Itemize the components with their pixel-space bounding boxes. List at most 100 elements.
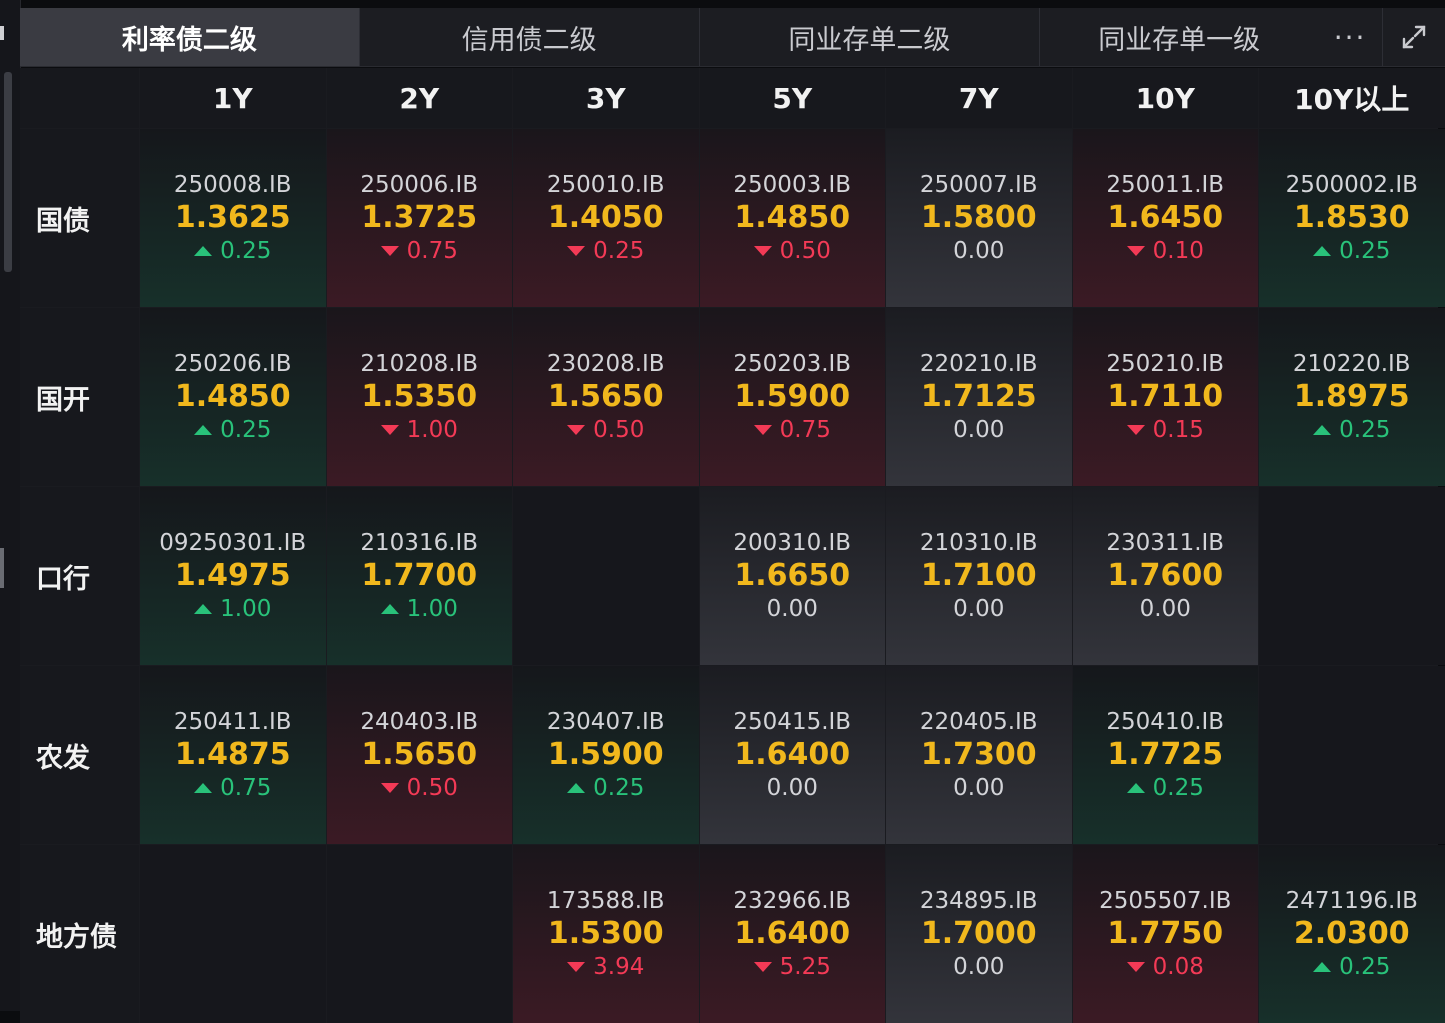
quote-cell[interactable]: 250003.IB 1.4850 0.50 — [699, 129, 885, 307]
column-header[interactable]: 1Y — [140, 68, 326, 128]
quote-cell[interactable]: 232966.IB 1.6400 5.25 — [699, 845, 885, 1023]
arrow-down-icon — [380, 425, 399, 435]
yield-value: 1.3625 — [174, 200, 291, 235]
quote-cell[interactable]: 2500002.IB 1.8530 0.25 — [1259, 129, 1445, 307]
quote-cell[interactable]: 250008.IB 1.3625 0.25 — [140, 129, 326, 307]
row-label: 国开 — [20, 308, 139, 486]
yield-value: 1.7125 — [920, 379, 1037, 414]
column-header[interactable]: 2Y — [326, 68, 512, 128]
quote-cell[interactable]: 250210.IB 1.7110 0.15 — [1072, 308, 1258, 486]
quote-cell[interactable]: 250206.IB 1.4850 0.25 — [140, 308, 326, 486]
yield-value: 1.8530 — [1293, 200, 1410, 235]
quote-cell[interactable]: 230208.IB 1.5650 0.50 — [513, 308, 699, 486]
arrow-down-icon — [753, 425, 772, 435]
quote-cell[interactable]: 210220.IB 1.8975 0.25 — [1259, 308, 1445, 486]
bond-code: 200310.IB — [733, 530, 852, 556]
column-header[interactable]: 10Y以上 — [1259, 68, 1445, 128]
change-number: 0.00 — [953, 775, 1005, 801]
quote-cell[interactable]: 250007.IB 1.5800 0.00 — [886, 129, 1072, 307]
arrow-down-icon — [753, 246, 772, 256]
row-label: 口行 — [20, 487, 139, 665]
change-value: 0.00 — [1140, 593, 1191, 625]
bond-code: 230208.IB — [546, 351, 665, 377]
quote-cell[interactable]: 173588.IB 1.5300 3.94 — [513, 845, 699, 1023]
change-number: 0.75 — [220, 775, 272, 801]
bond-code: 250203.IB — [733, 351, 852, 377]
bond-code: 220405.IB — [919, 709, 1038, 735]
change-value: 0.00 — [767, 772, 818, 804]
quote-cell[interactable]: 210310.IB 1.7100 0.00 — [886, 487, 1072, 665]
quote-cell[interactable]: 250006.IB 1.3725 0.75 — [326, 129, 512, 307]
quote-cell[interactable]: 200310.IB 1.6650 0.00 — [699, 487, 885, 665]
bond-code: 210220.IB — [1292, 351, 1411, 377]
yield-value: 1.7000 — [920, 916, 1037, 951]
quote-cell[interactable]: 250203.IB 1.5900 0.75 — [699, 308, 885, 486]
quote-cell[interactable]: 234895.IB 1.7000 0.00 — [886, 845, 1072, 1023]
bond-code: 250411.IB — [173, 709, 292, 735]
change-value: 0.25 — [1313, 951, 1390, 983]
quote-matrix: 1Y 2Y 3Y 5Y 7Y 10Y 10Y以上 国债 250008.IB 1.3625 0.25 2… — [20, 68, 1445, 1023]
yield-value: 1.7110 — [1107, 379, 1224, 414]
quote-cell[interactable]: 240403.IB 1.5650 0.50 — [326, 666, 512, 844]
change-value: 0.50 — [753, 235, 831, 267]
arrow-down-icon — [380, 783, 399, 793]
quote-cell[interactable]: 220405.IB 1.7300 0.00 — [886, 666, 1072, 844]
arrow-down-icon — [753, 962, 772, 972]
arrow-up-icon — [1313, 962, 1332, 972]
quote-cell[interactable]: 250011.IB 1.6450 0.10 — [1072, 129, 1258, 307]
quote-cell[interactable]: 230407.IB 1.5900 0.25 — [513, 666, 699, 844]
tab-ncd-primary[interactable]: 同业存单一级 — [1040, 8, 1318, 66]
change-number: 0.10 — [1152, 238, 1204, 264]
tab-rate-bond-secondary[interactable]: 利率债二级 — [20, 8, 360, 66]
change-number: 0.25 — [1152, 775, 1204, 801]
change-number: 0.50 — [593, 417, 645, 443]
expand-icon[interactable] — [1382, 8, 1445, 66]
quote-cell[interactable]: 210316.IB 1.7700 1.00 — [326, 487, 512, 665]
quote-cell[interactable]: 230311.IB 1.7600 0.00 — [1072, 487, 1258, 665]
bond-code: 250010.IB — [546, 172, 665, 198]
change-value: 0.00 — [953, 414, 1004, 446]
column-header[interactable]: 10Y — [1072, 68, 1258, 128]
arrow-up-icon — [1313, 425, 1332, 435]
quote-cell[interactable]: 250010.IB 1.4050 0.25 — [513, 129, 699, 307]
bond-code: 220210.IB — [919, 351, 1038, 377]
change-value: 0.25 — [567, 235, 644, 267]
quote-cell[interactable]: 250411.IB 1.4875 0.75 — [140, 666, 326, 844]
arrow-up-icon — [1313, 246, 1332, 256]
column-header[interactable]: 3Y — [513, 68, 699, 128]
yield-value: 1.4850 — [734, 200, 851, 235]
bond-code: 210316.IB — [360, 530, 479, 556]
quote-cell-empty — [1259, 487, 1445, 665]
arrow-down-icon — [1126, 962, 1145, 972]
column-header[interactable]: 7Y — [886, 68, 1072, 128]
column-header[interactable]: 5Y — [699, 68, 885, 128]
change-value: 3.94 — [567, 951, 644, 983]
bond-code: 210310.IB — [919, 530, 1038, 556]
quote-cell[interactable]: 2471196.IB 2.0300 0.25 — [1259, 845, 1445, 1023]
yield-value: 1.5900 — [547, 737, 664, 772]
bond-code: 250410.IB — [1106, 709, 1225, 735]
more-dots-icon[interactable]: ··· — [1318, 8, 1382, 66]
row-label: 地方债 — [20, 845, 139, 1023]
bond-code: 240403.IB — [360, 709, 479, 735]
bond-code: 230311.IB — [1106, 530, 1225, 556]
bond-code: 250007.IB — [919, 172, 1038, 198]
quote-cell[interactable]: 250410.IB 1.7725 0.25 — [1072, 666, 1258, 844]
quote-cell[interactable]: 2505507.IB 1.7750 0.08 — [1072, 845, 1258, 1023]
rail-handle[interactable] — [0, 548, 4, 588]
tab-ncd-secondary[interactable]: 同业存单二级 — [700, 8, 1041, 66]
tab-credit-bond-secondary[interactable]: 信用债二级 — [360, 8, 700, 66]
quote-cell[interactable]: 220210.IB 1.7125 0.00 — [886, 308, 1072, 486]
change-value: 0.08 — [1126, 951, 1204, 983]
change-number: 0.25 — [1339, 954, 1391, 980]
quote-cell[interactable]: 09250301.IB 1.4975 1.00 — [140, 487, 326, 665]
change-number: 0.25 — [220, 238, 272, 264]
quote-cell[interactable]: 250415.IB 1.6400 0.00 — [699, 666, 885, 844]
yield-value: 1.7100 — [920, 558, 1037, 593]
scrollbar[interactable] — [4, 72, 12, 272]
change-value: 1.00 — [380, 593, 458, 625]
change-value: 0.75 — [753, 414, 831, 446]
quote-cell[interactable]: 210208.IB 1.5350 1.00 — [326, 308, 512, 486]
yield-value: 1.5350 — [361, 379, 478, 414]
bond-code: 2500002.IB — [1285, 172, 1418, 198]
